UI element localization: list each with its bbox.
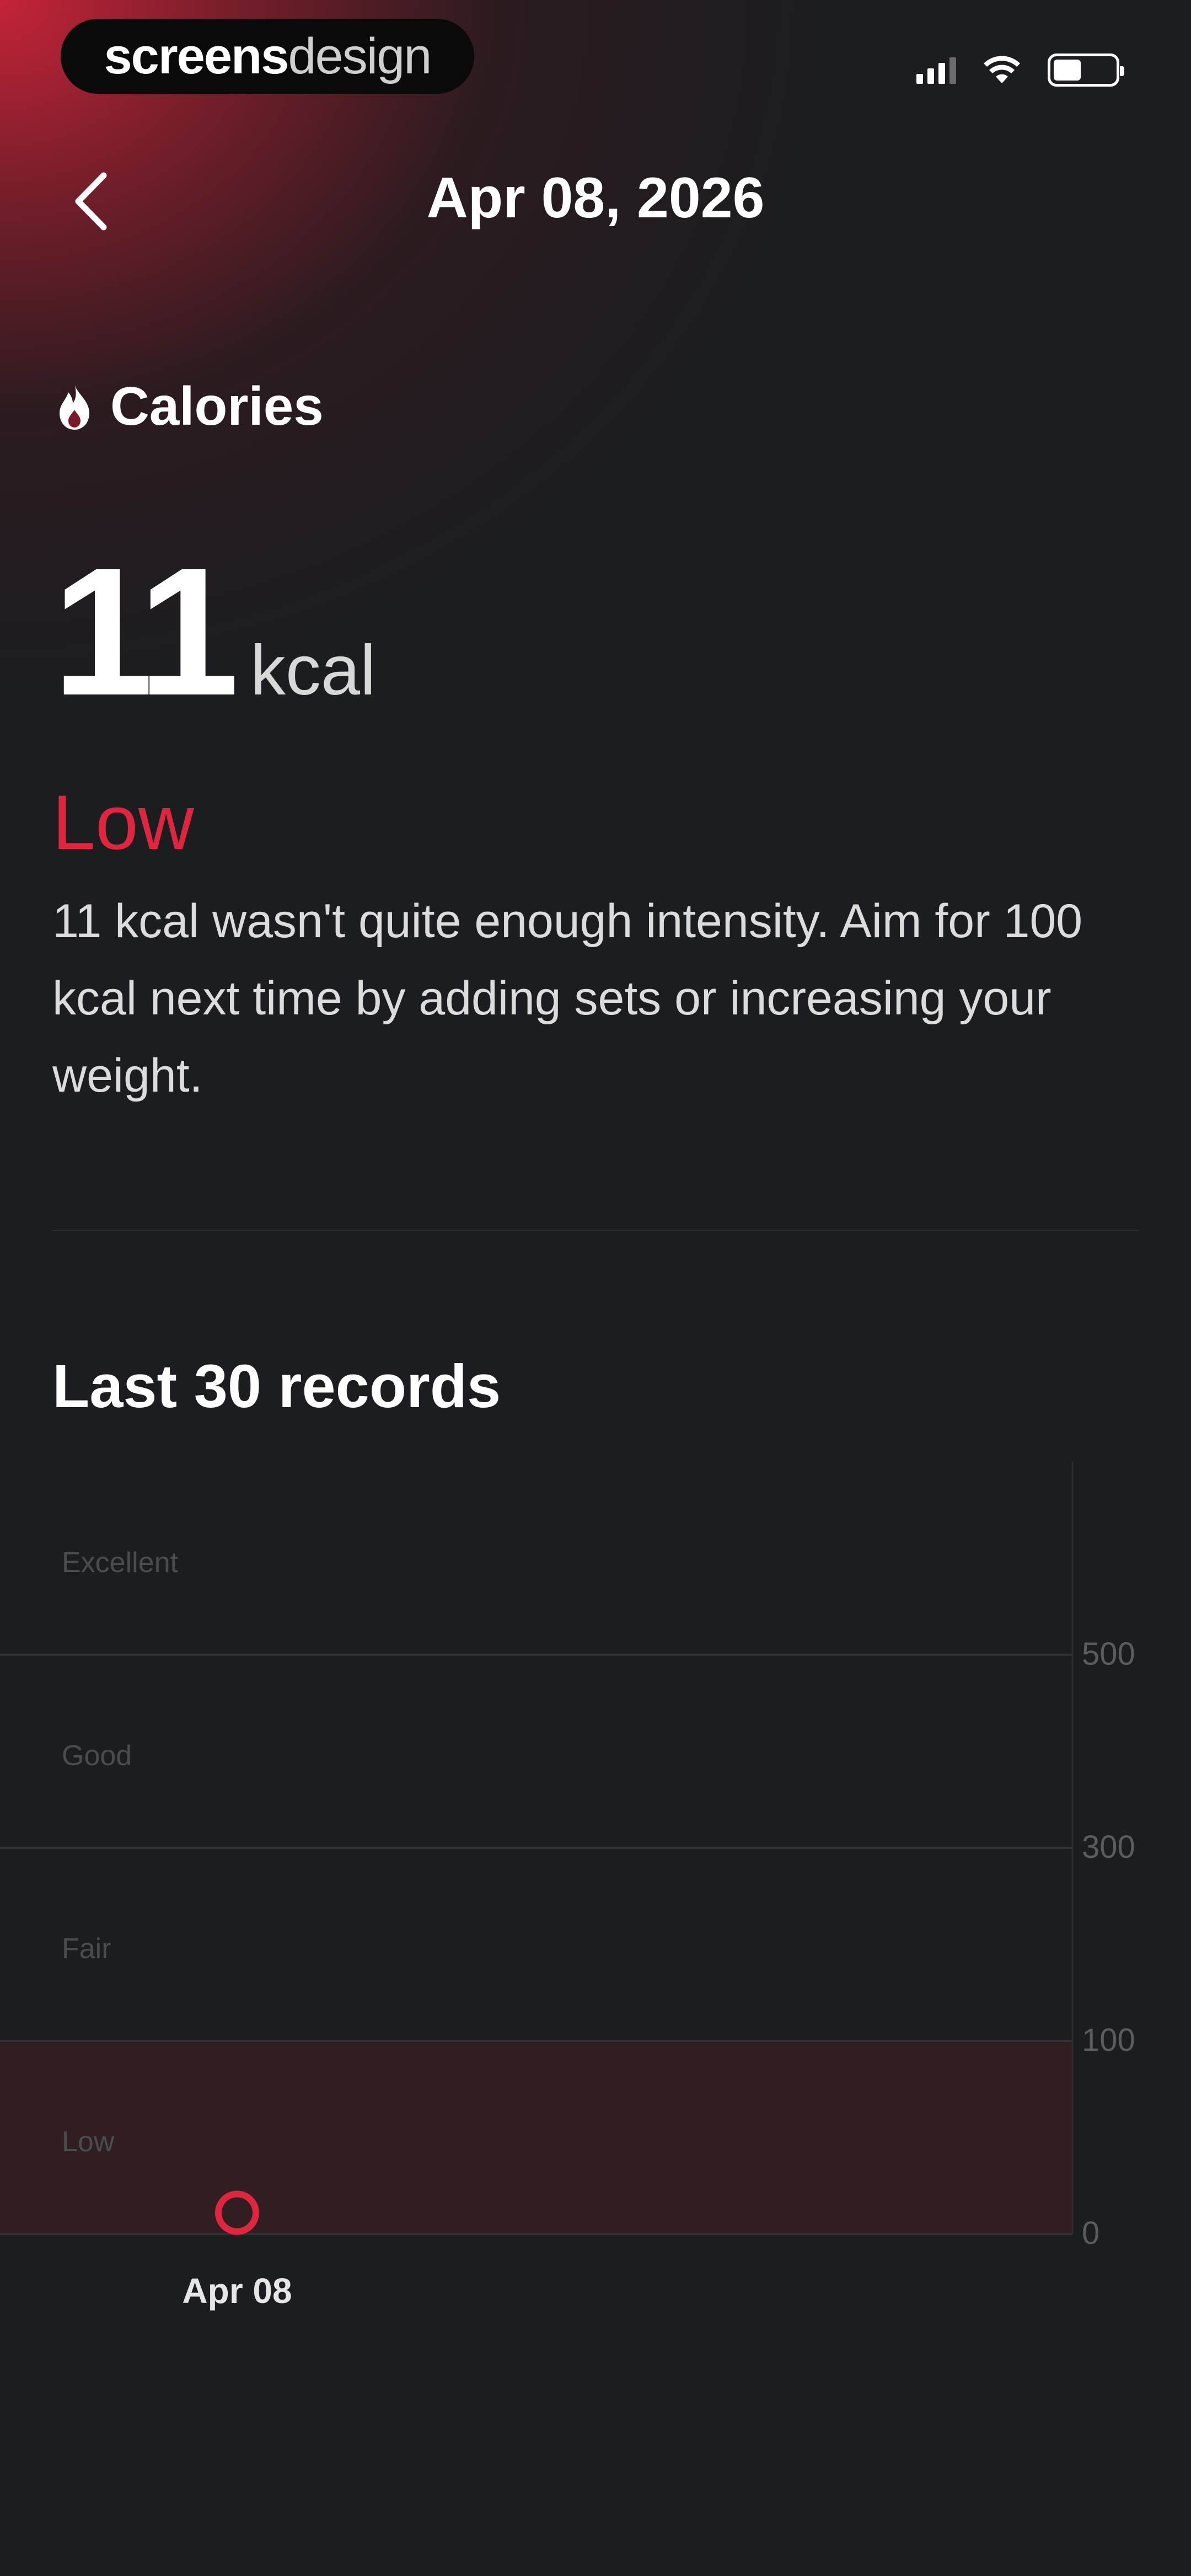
- y-tick-label-100: 100: [1082, 2022, 1135, 2058]
- zone-band-low: [0, 2041, 1072, 2234]
- metric-value: 11 kcal: [52, 541, 375, 723]
- history-title: Last 30 records: [52, 1353, 501, 1420]
- watermark-light-text: design: [288, 28, 432, 84]
- zone-label-excellent: Excellent: [62, 1547, 179, 1579]
- watermark-bold-text: screens: [104, 28, 289, 84]
- metric-value-unit: kcal: [250, 631, 376, 710]
- zone-label-low: Low: [62, 2126, 115, 2158]
- section-divider: [52, 1230, 1139, 1231]
- metric-label-text: Calories: [110, 376, 324, 436]
- metric-value-number: 11: [52, 530, 239, 733]
- page-title: Apr 08, 2026: [426, 166, 765, 230]
- flame-icon: [60, 383, 89, 430]
- cellular-signal-icon: [916, 56, 956, 84]
- metric-label: Calories: [55, 375, 324, 437]
- y-tick-label-0: 0: [1082, 2215, 1099, 2251]
- wifi-icon: [984, 56, 1020, 83]
- status-bar-icons: [916, 51, 1124, 89]
- zone-label-good: Good: [62, 1740, 132, 1772]
- history-chart: Excellent Good Fair Low 500 300 100 0 Apr 08: [0, 1462, 1135, 2311]
- y-tick-label-300: 300: [1082, 1829, 1135, 1865]
- x-tick-label-0: Apr 08: [182, 2271, 292, 2311]
- y-tick-label-500: 500: [1082, 1636, 1135, 1672]
- zone-label-fair: Fair: [62, 1933, 111, 1965]
- watermark-badge: screens design: [61, 19, 474, 94]
- level-description: 11 kcal wasn't quite enough intensity. A…: [52, 895, 1083, 1102]
- level-rating: Low: [52, 779, 194, 865]
- battery-icon: [1048, 54, 1124, 87]
